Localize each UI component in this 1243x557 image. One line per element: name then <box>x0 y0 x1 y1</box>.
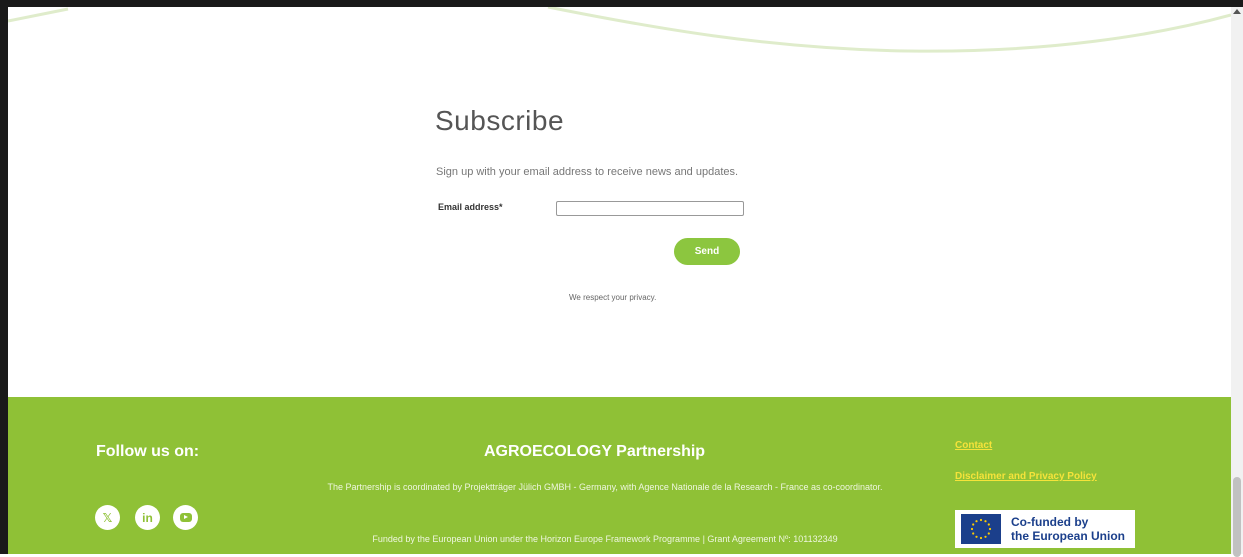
linkedin-glyph: in <box>142 510 153 525</box>
subscribe-title: Subscribe <box>435 105 565 136</box>
vertical-scrollbar[interactable] <box>1231 7 1243 557</box>
x-icon[interactable]: 𝕏 <box>95 505 120 530</box>
email-label: Email address* <box>438 202 503 212</box>
youtube-icon[interactable] <box>173 505 198 530</box>
contact-link[interactable]: Contact <box>955 440 992 451</box>
x-glyph: 𝕏 <box>102 510 113 525</box>
site-footer: Follow us on: 𝕏 in AGROECOLOGY Partnersh… <box>8 397 1231 554</box>
eu-badge-text: Co-funded by the European Union <box>1011 515 1125 543</box>
privacy-note: We respect your privacy. <box>569 293 657 302</box>
eu-flag-icon <box>961 514 1001 544</box>
partnership-text: The Partnership is coordinated by Projek… <box>327 482 883 492</box>
follow-us-title: Follow us on: <box>96 443 200 460</box>
scroll-up-arrow-icon[interactable] <box>1233 9 1241 14</box>
funding-text: Funded by the European Union under the H… <box>372 534 838 544</box>
youtube-logo <box>179 513 192 522</box>
partnership-title: AGROECOLOGY Partnership <box>484 443 706 460</box>
eu-cofunded-badge: Co-funded by the European Union <box>955 510 1135 548</box>
subscribe-description: Sign up with your email address to recei… <box>436 166 739 178</box>
subscribe-section: Subscribe Sign up with your email addres… <box>8 7 1231 397</box>
window-border-top <box>0 0 1243 7</box>
disclaimer-privacy-link[interactable]: Disclaimer and Privacy Policy <box>955 471 1097 482</box>
scrollbar-thumb[interactable] <box>1233 477 1241 557</box>
email-input[interactable] <box>556 201 744 216</box>
window-border-left <box>0 0 8 554</box>
eu-badge-line1: Co-funded by <box>1011 515 1089 529</box>
send-button[interactable]: Send <box>674 238 740 265</box>
eu-badge-line2: the European Union <box>1011 529 1125 543</box>
linkedin-icon[interactable]: in <box>135 505 160 530</box>
